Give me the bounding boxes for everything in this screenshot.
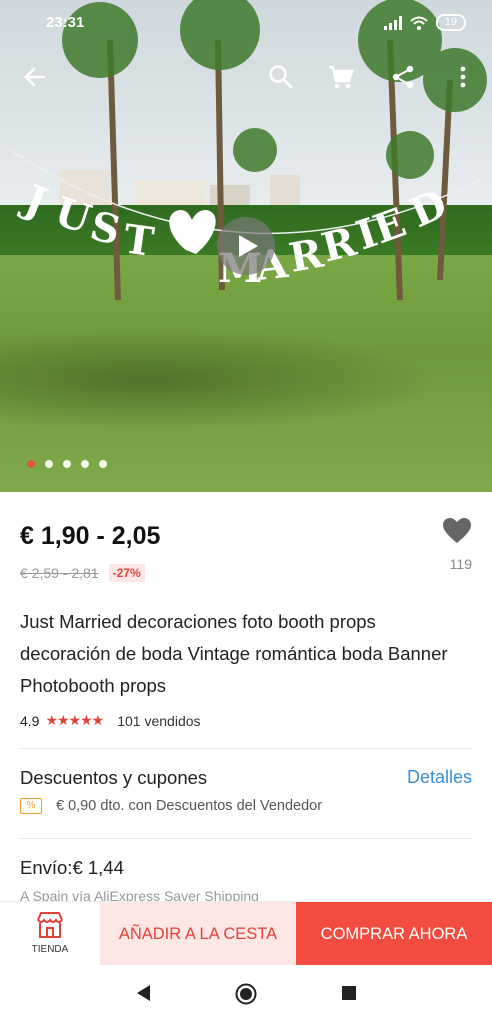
gallery-dot[interactable] bbox=[63, 460, 71, 468]
cart-icon[interactable] bbox=[326, 62, 356, 92]
svg-text:D: D bbox=[403, 180, 454, 237]
back-arrow-icon[interactable] bbox=[20, 62, 50, 92]
coupons-details-link[interactable]: Detalles bbox=[407, 767, 472, 788]
heart-icon bbox=[443, 518, 471, 543]
system-navigation-bar bbox=[0, 965, 492, 1024]
rating-row[interactable]: 4.9 ★★★★★ 101 vendidos bbox=[20, 712, 201, 729]
gallery-dot[interactable] bbox=[99, 460, 107, 468]
original-price: € 2,59 - 2,81 bbox=[20, 565, 99, 581]
add-to-cart-button[interactable]: AÑADIR A LA CESTA bbox=[100, 902, 296, 966]
coupon-text: € 0,90 dto. con Descuentos del Vendedor bbox=[56, 798, 323, 814]
store-button[interactable]: TIENDA bbox=[0, 902, 100, 966]
coupon-percent-icon: % bbox=[20, 798, 42, 814]
more-options-icon[interactable] bbox=[448, 62, 478, 92]
product-price: € 1,90 - 2,05 bbox=[20, 522, 161, 550]
nav-back-icon[interactable] bbox=[134, 983, 152, 1003]
nav-recents-icon[interactable] bbox=[341, 983, 357, 1003]
discount-badge: -27% bbox=[108, 564, 145, 582]
rating-value: 4.9 bbox=[20, 712, 40, 729]
buy-now-button[interactable]: COMPRAR AHORA bbox=[296, 902, 492, 966]
play-video-button[interactable] bbox=[217, 217, 275, 275]
store-icon bbox=[37, 912, 63, 938]
play-icon bbox=[239, 235, 258, 257]
svg-text:J: J bbox=[15, 175, 53, 227]
original-price-row: € 2,59 - 2,81 -27% bbox=[20, 564, 145, 582]
coupon-item[interactable]: % € 0,90 dto. con Descuentos del Vendedo… bbox=[20, 798, 322, 814]
shipping-title[interactable]: Envío:€ 1,44 bbox=[20, 857, 124, 879]
battery-indicator: 19 bbox=[435, 14, 466, 31]
coupons-title: Descuentos y cupones bbox=[20, 767, 208, 788]
top-action-bar bbox=[0, 52, 492, 102]
divider bbox=[20, 838, 472, 839]
shipping-subtitle: A Spain vía AliExpress Saver Shipping bbox=[20, 888, 259, 902]
search-icon[interactable] bbox=[266, 62, 296, 92]
rating-stars-icon: ★★★★★ bbox=[45, 712, 104, 728]
gallery-dot[interactable] bbox=[27, 460, 35, 468]
sold-count: 101 vendidos bbox=[117, 712, 201, 729]
svg-text:T: T bbox=[121, 215, 157, 266]
wifi-icon bbox=[410, 16, 428, 30]
gallery-dot[interactable] bbox=[81, 460, 89, 468]
signal-icon bbox=[383, 15, 402, 30]
divider bbox=[20, 748, 472, 749]
purchase-action-bar: TIENDA AÑADIR A LA CESTA COMPRAR AHORA bbox=[0, 901, 492, 966]
gallery-dot[interactable] bbox=[45, 460, 53, 468]
status-bar: 23:31 19 bbox=[0, 0, 492, 44]
wishlist-button[interactable] bbox=[442, 518, 472, 549]
wishlist-count: 119 bbox=[449, 556, 472, 572]
nav-home-icon[interactable] bbox=[235, 983, 257, 1005]
gallery-pagination bbox=[27, 460, 107, 468]
status-time: 23:31 bbox=[46, 14, 85, 31]
product-title: Just Married decoraciones foto booth pro… bbox=[20, 611, 448, 696]
store-label: TIENDA bbox=[31, 944, 69, 955]
share-icon[interactable] bbox=[388, 62, 418, 92]
